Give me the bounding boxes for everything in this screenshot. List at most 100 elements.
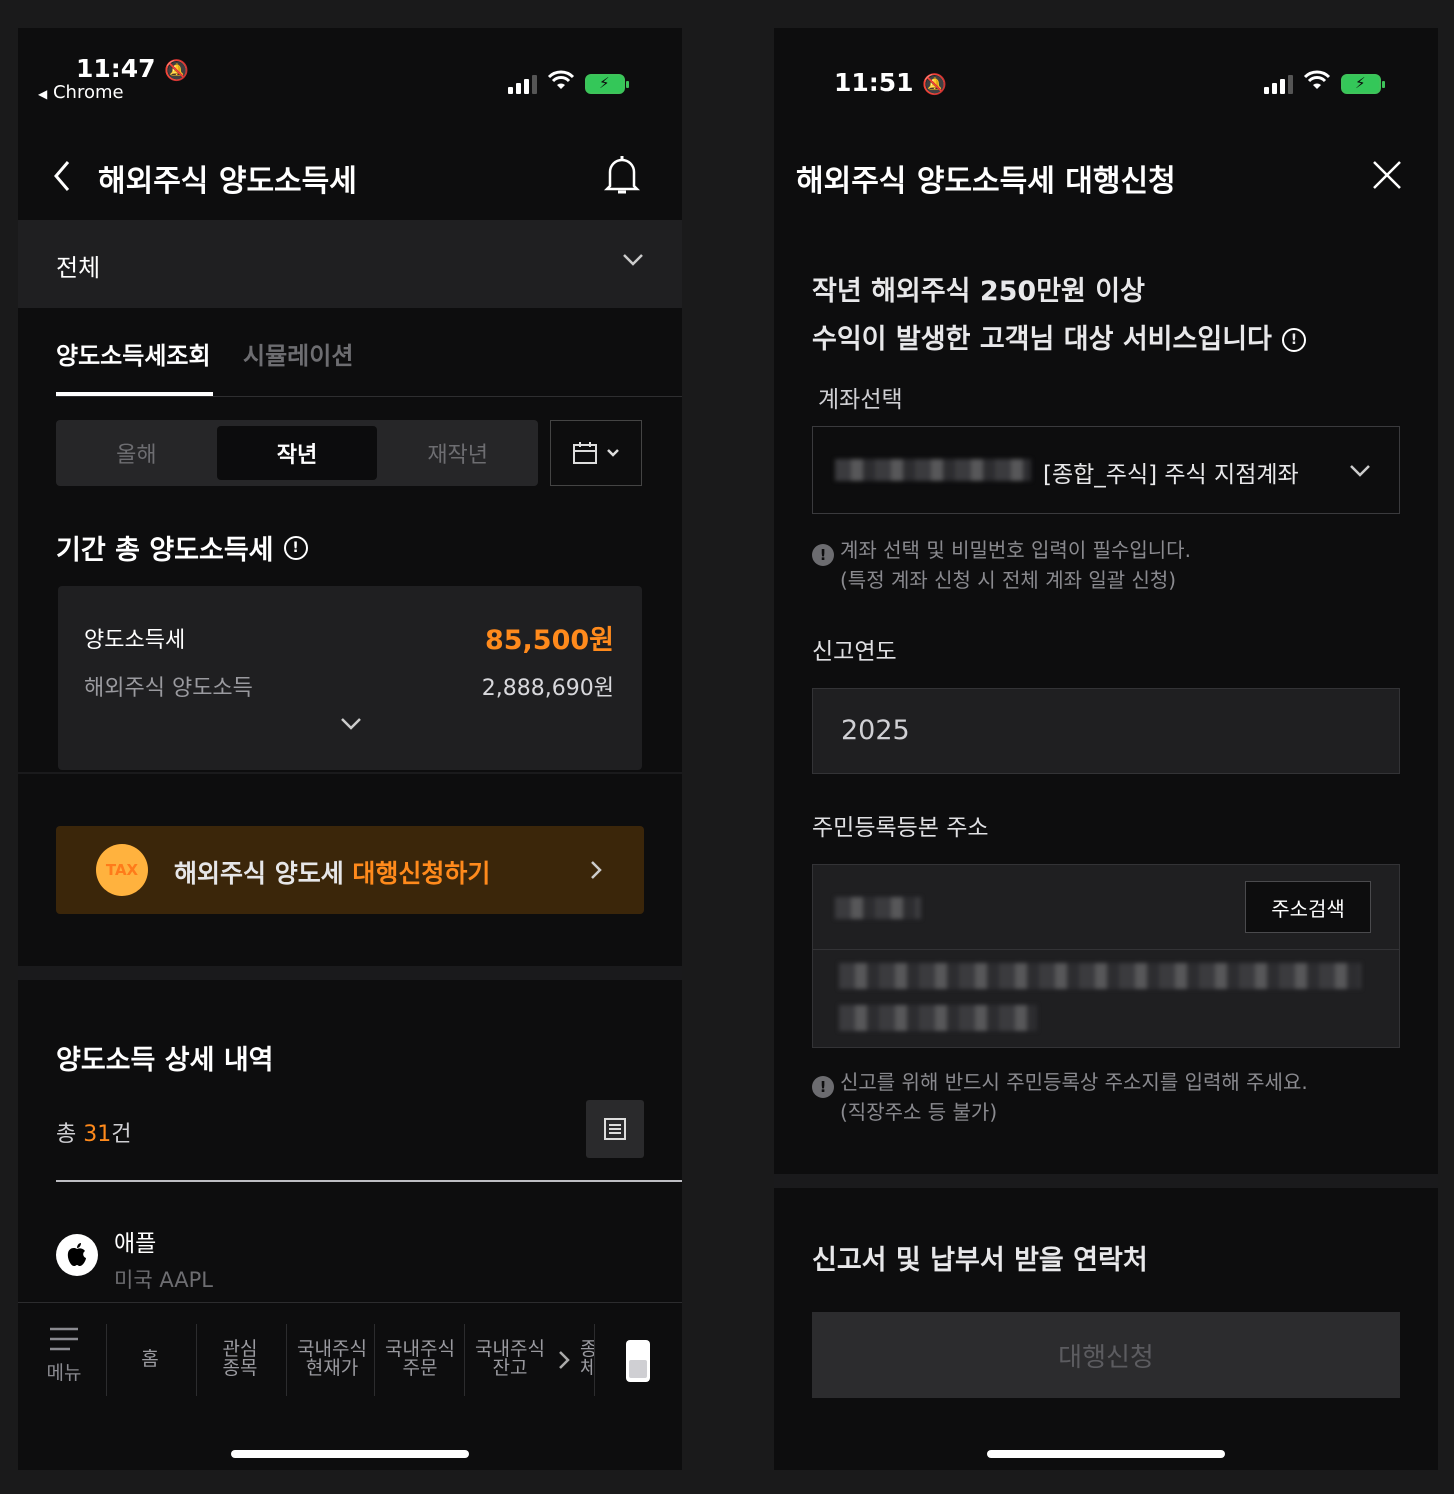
tab-tax-inquiry[interactable]: 양도소득세조회 — [56, 336, 211, 371]
battery-charging-icon: ⚡ — [1341, 74, 1385, 94]
section-divider — [18, 966, 682, 980]
close-icon[interactable] — [1372, 160, 1402, 194]
address-label: 주민등록등본 주소 — [812, 815, 989, 841]
expand-chevron-icon[interactable] — [340, 716, 362, 735]
nav-label-2: 주문 — [402, 1357, 438, 1379]
address-note-1: 신고를 위해 반드시 주민등록상 주소지를 입력해 주세요. — [840, 1070, 1308, 1094]
masked-account-number — [835, 459, 1031, 481]
notification-bell-icon[interactable] — [603, 154, 641, 200]
count-prefix: 총 — [56, 1122, 84, 1147]
left-phone-screen: 11:47 🔕 ◀ Chrome ⚡ 해외주식 양도소득세 전체 양도소득세조회… — [18, 28, 682, 1470]
nav-home-label: 홈 — [141, 1348, 159, 1370]
back-chevron-icon[interactable] — [52, 158, 72, 198]
segment-this-year[interactable]: 올해 — [56, 420, 217, 486]
address-field-group: 주소검색 — [812, 864, 1400, 1048]
wifi-icon — [1303, 70, 1331, 94]
count-suffix: 건 — [111, 1122, 132, 1147]
list-view-button[interactable] — [586, 1100, 644, 1158]
nav-domestic-balance[interactable]: 국내주식 잔고 — [470, 1340, 550, 1378]
section-divider — [18, 772, 682, 774]
address-search-button[interactable]: 주소검색 — [1245, 881, 1371, 933]
alert-icon: ! — [812, 544, 834, 566]
status-icons: ⚡ — [508, 70, 629, 94]
calendar-icon — [573, 442, 597, 464]
summary-heading-text: 기간 총 양도소득세 — [56, 535, 274, 566]
list-divider — [56, 1180, 682, 1182]
masked-address-line-2[interactable] — [839, 1005, 1037, 1031]
account-label: 계좌선택 — [818, 387, 903, 413]
filter-dropdown[interactable]: 전체 — [18, 220, 682, 308]
income-value: 2,888,690원 — [481, 676, 614, 701]
apple-logo-icon — [56, 1234, 98, 1276]
period-segmented-control: 올해 작년 재작년 — [56, 420, 538, 486]
back-to-app-link[interactable]: ◀ Chrome — [38, 82, 124, 103]
nav-home[interactable]: 홈 — [128, 1350, 172, 1369]
time-text: 11:51 — [834, 68, 914, 97]
chevron-down-icon — [607, 449, 619, 457]
silent-bell-icon: 🔕 — [922, 72, 948, 96]
masked-postal-code[interactable] — [835, 897, 921, 919]
nav-domestic-price[interactable]: 국내주식 현재가 — [292, 1340, 372, 1378]
signal-icon — [508, 75, 537, 94]
income-label: 해외주식 양도소득 — [84, 676, 253, 701]
info-icon[interactable]: ! — [283, 535, 308, 560]
nav-domestic-order[interactable]: 국내주식 주문 — [380, 1340, 460, 1378]
account-select[interactable]: [종합_주식] 주식 지점계좌 — [812, 426, 1400, 514]
banner-text-main: 해외주식 양도세 — [174, 859, 353, 888]
battery-charging-icon: ⚡ — [585, 74, 629, 94]
year-value: 2025 — [841, 715, 910, 746]
agency-apply-banner[interactable]: TAX 해외주식 양도세 대행신청하기 — [56, 826, 644, 914]
nav-label-2: 잔고 — [492, 1357, 528, 1379]
section-divider — [774, 1174, 1438, 1188]
nav-divider — [18, 1302, 682, 1303]
segment-last-year[interactable]: 작년 — [216, 426, 378, 480]
signal-icon — [1264, 75, 1293, 94]
tab-simulation[interactable]: 시뮬레이션 — [243, 336, 353, 371]
wifi-icon — [547, 70, 575, 94]
calendar-picker-button[interactable] — [550, 420, 642, 486]
list-item[interactable]: 애플 미국 AAPL — [18, 1208, 682, 1308]
home-indicator — [231, 1450, 469, 1458]
menu-label: 메뉴 — [46, 1362, 82, 1384]
address-note-2: (직장주소 등 불가) — [840, 1100, 998, 1124]
nav-separator — [374, 1324, 375, 1396]
field-divider — [813, 949, 1399, 950]
nav-watchlist[interactable]: 관심 종목 — [216, 1340, 264, 1378]
tab-divider — [56, 396, 682, 397]
tax-badge-icon: TAX — [96, 844, 148, 896]
silent-bell-icon: 🔕 — [164, 58, 190, 82]
nav-partial-item[interactable]: 종체 — [580, 1340, 594, 1378]
chevron-down-icon — [1349, 463, 1371, 482]
year-label: 신고연도 — [812, 639, 897, 665]
summary-card: 양도소득세 85,500원 해외주식 양도소득 2,888,690원 — [58, 586, 642, 770]
account-note: ! 계좌 선택 및 비밀번호 입력이 필수입니다. (특정 계좌 신청 시 전체 … — [812, 536, 1191, 594]
right-phone-screen: 11:51 🔕 ⚡ 해외주식 양도소득세 대행신청 작년 해외주식 250만원 … — [774, 28, 1438, 1470]
back-app-label: Chrome — [52, 82, 124, 103]
count-value: 31 — [83, 1122, 112, 1147]
year-field[interactable]: 2025 — [812, 688, 1400, 774]
banner-text: 해외주식 양도세 대행신청하기 — [174, 854, 490, 890]
status-icons: ⚡ — [1264, 70, 1385, 94]
nav-scroll-chevron-icon[interactable] — [558, 1350, 570, 1374]
detail-count: 총 31건 — [56, 1116, 131, 1148]
menu-button[interactable]: 메뉴 — [44, 1326, 84, 1385]
account-value: [종합_주식] 주식 지점계좌 — [1043, 462, 1299, 488]
address-note: ! 신고를 위해 반드시 주민등록상 주소지를 입력해 주세요. (직장주소 등 … — [812, 1068, 1308, 1126]
nav-separator — [196, 1324, 197, 1396]
tax-value: 85,500원 — [484, 625, 614, 656]
intro-text: 작년 해외주식 250만원 이상 수익이 발생한 고객님 대상 서비스입니다! — [812, 268, 1306, 364]
nav-label-2: 종목 — [222, 1357, 258, 1379]
filter-value: 전체 — [56, 254, 101, 282]
masked-address-line-1[interactable] — [839, 963, 1361, 989]
segment-two-years-ago[interactable]: 재작년 — [377, 420, 538, 486]
account-note-2: (특정 계좌 신청 시 전체 계좌 일괄 신청) — [840, 568, 1177, 592]
nav-separator — [286, 1324, 287, 1396]
toggle-switch-icon[interactable] — [626, 1340, 650, 1382]
nav-separator — [464, 1324, 465, 1396]
apply-submit-button[interactable]: 대행신청 — [812, 1312, 1400, 1398]
status-time: 11:47 🔕 — [76, 54, 189, 83]
status-time: 11:51 🔕 — [834, 68, 947, 97]
info-icon[interactable]: ! — [1281, 328, 1306, 352]
list-icon — [604, 1118, 626, 1140]
summary-heading: 기간 총 양도소득세 ! — [56, 528, 308, 567]
